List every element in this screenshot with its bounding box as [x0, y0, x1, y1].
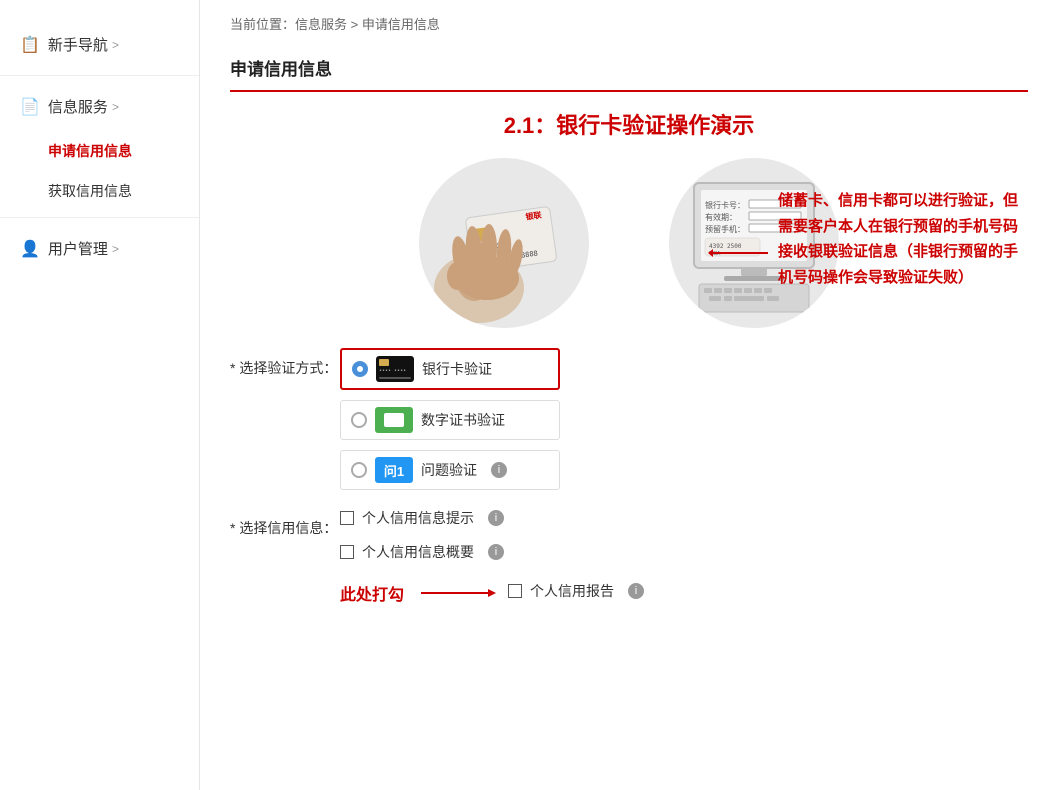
sidebar-item-guide[interactable]: 📋 新手导航 > — [0, 20, 199, 69]
question-info-icon[interactable]: i — [491, 462, 507, 478]
sidebar-subitem-get-credit[interactable]: 获取信用信息 — [0, 171, 199, 211]
verify-options: •••• •••• 银行卡验证 数字证书验证 — [340, 348, 560, 490]
user-arrow: > — [112, 242, 119, 256]
credit-hint-item: 个人信用信息提示 i — [340, 508, 644, 528]
card-illustration-svg: XXXXXXX 4392 2500 8888 VISA 银联 — [419, 158, 589, 328]
bank-card-label: 银行卡验证 — [422, 359, 492, 379]
get-credit-label: 获取信用信息 — [48, 183, 132, 199]
illustration-row: XXXXXXX 4392 2500 8888 VISA 银联 — [230, 158, 1028, 328]
bottom-annotation: 此处打勾 — [340, 581, 508, 605]
question-label: 问题验证 — [421, 460, 477, 480]
sidebar: 📋 新手导航 > 📄 信息服务 > 申请信用信息 获取信用信息 👤 用户管理 > — [0, 0, 200, 790]
callout-arrow-svg — [708, 243, 778, 263]
apply-credit-label: 申请信用信息 — [48, 143, 132, 159]
credit-info-row: * 选择信用信息： 个人信用信息提示 i 个人信用信息概要 i 此处打勾 — [230, 508, 1028, 605]
verify-label: * 选择验证方式： — [230, 348, 340, 378]
sidebar-item-info[interactable]: 📄 信息服务 > — [0, 82, 199, 131]
credit-overview-checkbox[interactable] — [340, 545, 354, 559]
option-bank-card[interactable]: •••• •••• 银行卡验证 — [340, 348, 560, 390]
info-arrow: > — [112, 100, 119, 114]
credit-hint-checkbox[interactable] — [340, 511, 354, 525]
sidebar-subitem-apply-credit[interactable]: 申请信用信息 — [0, 131, 199, 171]
card-mini-icon: •••• •••• — [376, 356, 414, 382]
annotation-text: 此处打勾 — [340, 581, 404, 605]
credit-hint-info[interactable]: i — [488, 510, 504, 526]
demo-title: 2.1：银行卡验证操作演示 — [230, 108, 1028, 140]
radio-digital-cert[interactable] — [351, 412, 367, 428]
question-mini-icon: 问1 — [375, 457, 413, 483]
svg-text:预留手机：: 预留手机： — [705, 224, 745, 234]
annotation-arrow-svg — [416, 586, 496, 600]
credit-report-info[interactable]: i — [628, 583, 644, 599]
svg-text:有效期：: 有效期： — [705, 212, 737, 222]
digital-cert-label: 数字证书验证 — [421, 410, 505, 430]
guide-icon: 📋 — [20, 35, 40, 55]
info-icon: 📄 — [20, 97, 40, 117]
radio-bank-card[interactable] — [352, 361, 368, 377]
radio-question[interactable] — [351, 462, 367, 478]
callout-text: 储蓄卡、信用卡都可以进行验证，但需要客户本人在银行预留的手机号码接收银联验证信息… — [778, 188, 1028, 290]
cert-mini-icon — [375, 407, 413, 433]
verify-method-row: * 选择验证方式： •••• •••• 银行卡验证 — [230, 348, 1028, 490]
sidebar-divider-2 — [0, 217, 199, 218]
sidebar-guide-label: 新手导航 — [48, 34, 108, 55]
credit-report-item: 个人信用报告 i — [508, 581, 644, 601]
credit-options: 个人信用信息提示 i 个人信用信息概要 i 此处打勾 — [340, 508, 644, 605]
sidebar-user-label: 用户管理 — [48, 238, 108, 259]
guide-arrow: > — [112, 38, 119, 52]
option-digital-cert[interactable]: 数字证书验证 — [340, 400, 560, 440]
credit-hint-label: 个人信用信息提示 — [362, 508, 474, 528]
credit-label: * 选择信用信息： — [230, 508, 340, 538]
credit-report-label: 个人信用报告 — [530, 581, 614, 601]
option-question[interactable]: 问1 问题验证 i — [340, 450, 560, 490]
annotation-arrow — [416, 586, 496, 600]
sidebar-divider-1 — [0, 75, 199, 76]
sidebar-info-label: 信息服务 — [48, 96, 108, 117]
credit-report-checkbox[interactable] — [508, 584, 522, 598]
card-circle: XXXXXXX 4392 2500 8888 VISA 银联 — [419, 158, 589, 328]
sidebar-item-user[interactable]: 👤 用户管理 > — [0, 224, 199, 273]
svg-text:银行卡号：: 银行卡号： — [705, 200, 745, 210]
credit-overview-info[interactable]: i — [488, 544, 504, 560]
form-section: * 选择验证方式： •••• •••• 银行卡验证 — [230, 348, 1028, 605]
main-content: 当前位置：信息服务 > 申请信用信息 申请信用信息 2.1：银行卡验证操作演示 … — [200, 0, 1058, 790]
credit-report-row: 此处打勾 个人信用报告 i — [340, 576, 644, 605]
user-icon: 👤 — [20, 239, 40, 259]
credit-overview-item: 个人信用信息概要 i — [340, 542, 644, 562]
page-title: 申请信用信息 — [230, 55, 1028, 92]
breadcrumb: 当前位置：信息服务 > 申请信用信息 — [230, 0, 1028, 43]
callout-box: 储蓄卡、信用卡都可以进行验证，但需要客户本人在银行预留的手机号码接收银联验证信息… — [778, 188, 1028, 290]
credit-overview-label: 个人信用信息概要 — [362, 542, 474, 562]
